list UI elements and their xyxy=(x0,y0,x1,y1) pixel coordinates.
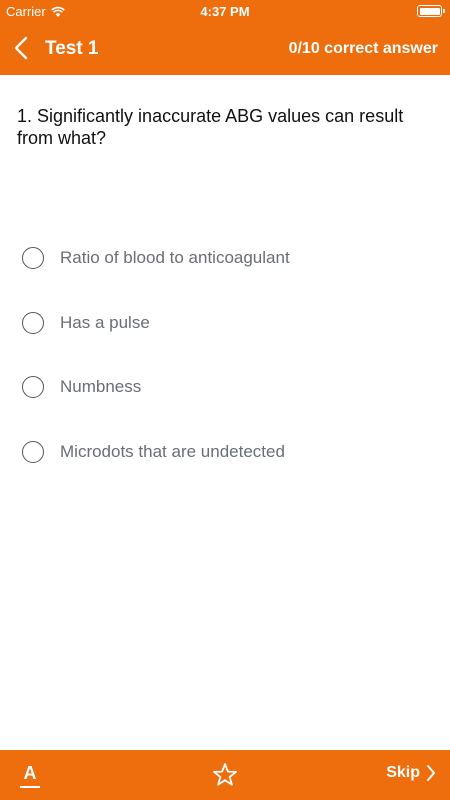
answer-option[interactable]: Numbness xyxy=(0,355,450,420)
answer-options: Ratio of blood to anticoagulant Has a pu… xyxy=(0,226,450,484)
answer-option[interactable]: Ratio of blood to anticoagulant xyxy=(0,226,450,291)
star-icon[interactable] xyxy=(212,762,238,788)
skip-button[interactable]: Skip xyxy=(386,764,436,782)
question-text: 1. Significantly inaccurate ABG values c… xyxy=(17,106,404,148)
answer-label: Microdots that are undetected xyxy=(60,441,285,461)
answer-label: Has a pulse xyxy=(60,312,150,332)
chevron-left-icon xyxy=(14,36,28,60)
radio-button[interactable] xyxy=(22,376,44,399)
nav-bar: Test 1 0/10 correct answer xyxy=(0,22,450,75)
header: Carrier 4:37 PM Test 1 0/10 correct answ… xyxy=(0,0,450,75)
radio-button[interactable] xyxy=(22,311,44,334)
answer-option[interactable]: Microdots that are undetected xyxy=(0,420,450,485)
answer-label: Numbness xyxy=(60,377,142,397)
font-size-icon: A xyxy=(23,763,37,783)
battery-icon xyxy=(417,5,445,17)
clock: 4:37 PM xyxy=(200,4,250,19)
answer-option[interactable]: Has a pulse xyxy=(0,291,450,356)
radio-button[interactable] xyxy=(22,247,44,270)
back-button[interactable] xyxy=(10,34,32,62)
score-label: 0/10 correct answer xyxy=(288,40,438,57)
radio-button[interactable] xyxy=(22,440,44,463)
page-title: Test 1 xyxy=(45,38,99,59)
font-size-button[interactable]: A xyxy=(19,763,41,789)
chevron-right-icon xyxy=(427,765,435,781)
skip-label: Skip xyxy=(386,764,420,781)
answer-label: Ratio of blood to anticoagulant xyxy=(60,248,290,268)
bottom-toolbar: A Skip xyxy=(0,750,450,800)
status-bar: Carrier 4:37 PM xyxy=(0,0,450,22)
